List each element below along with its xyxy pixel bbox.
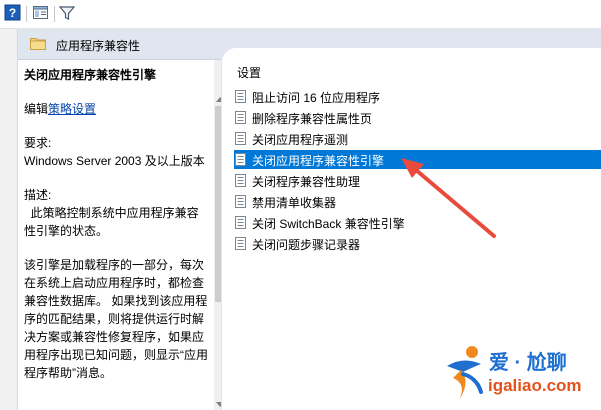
policy-setting-icon [235,216,246,229]
policy-setting-icon [235,237,246,250]
edit-policy-line: 编辑策略设置 [24,100,208,118]
setting-item-label: 关闭应用程序遥测 [252,133,349,147]
setting-item-label: 关闭问题步骤记录器 [252,238,361,252]
setting-item-label: 禁用清单收集器 [252,196,337,210]
watermark-text: 爱 · 尬聊 [489,352,567,374]
filter-icon[interactable] [58,4,76,22]
policy-setting-link[interactable]: 策略设置 [48,102,96,116]
settings-column-header[interactable]: 设置 [237,64,261,81]
category-title: 应用程序兼容性 [56,39,141,53]
setting-item-label: 删除程序兼容性属性页 [252,112,373,126]
requirements-label: 要求: [24,136,52,150]
help-icon[interactable]: ? [4,4,22,22]
show-hide-pane-icon[interactable] [32,4,50,22]
setting-item-label: 关闭 SwitchBack 兼容性引擎 [252,217,405,231]
watermark-logo: 爱 · 尬聊 igaliao.com [441,342,601,410]
navigation-pane-edge [0,29,18,410]
description-text: 此策略控制系统中应用程序兼容性引擎的状态。 [24,206,199,238]
toolbar-separator [26,6,27,22]
description-label: 描述: [24,188,52,202]
setting-item-label: 阻止访问 16 位应用程序 [252,91,381,105]
toolbar: ? [0,0,601,29]
setting-item-label: 关闭程序兼容性助理 [252,175,361,189]
setting-item[interactable]: 关闭应用程序遥测 [234,129,601,148]
policy-setting-icon [235,153,246,166]
policy-setting-icon [235,111,246,124]
svg-text:?: ? [9,6,16,20]
description-pane: 关闭应用程序兼容性引擎 编辑策略设置 要求: Windows Server 20… [18,60,214,410]
folder-icon [30,37,46,50]
setting-item-label: 关闭应用程序兼容性引擎 [252,154,385,168]
toolbar-separator [54,6,55,22]
policy-setting-icon [235,132,246,145]
setting-item[interactable]: 阻止访问 16 位应用程序 [234,87,601,106]
watermark-url: igaliao.com [488,376,582,395]
edit-prefix: 编辑 [24,102,49,116]
watermark-figure-icon [447,346,483,400]
setting-title: 关闭应用程序兼容性引擎 [24,68,157,82]
policy-setting-icon [235,174,246,187]
red-arrow-annotation [401,158,496,238]
engine-details-text: 该引擎是加载程序的一部分，每次在系统上启动应用程序时，都检查兼容性数据库。 如果… [24,258,208,380]
setting-item[interactable]: 删除程序兼容性属性页 [234,108,601,127]
policy-setting-icon [235,195,246,208]
policy-setting-icon [235,90,246,103]
requirements-value: Windows Server 2003 及以上版本 [24,154,205,168]
